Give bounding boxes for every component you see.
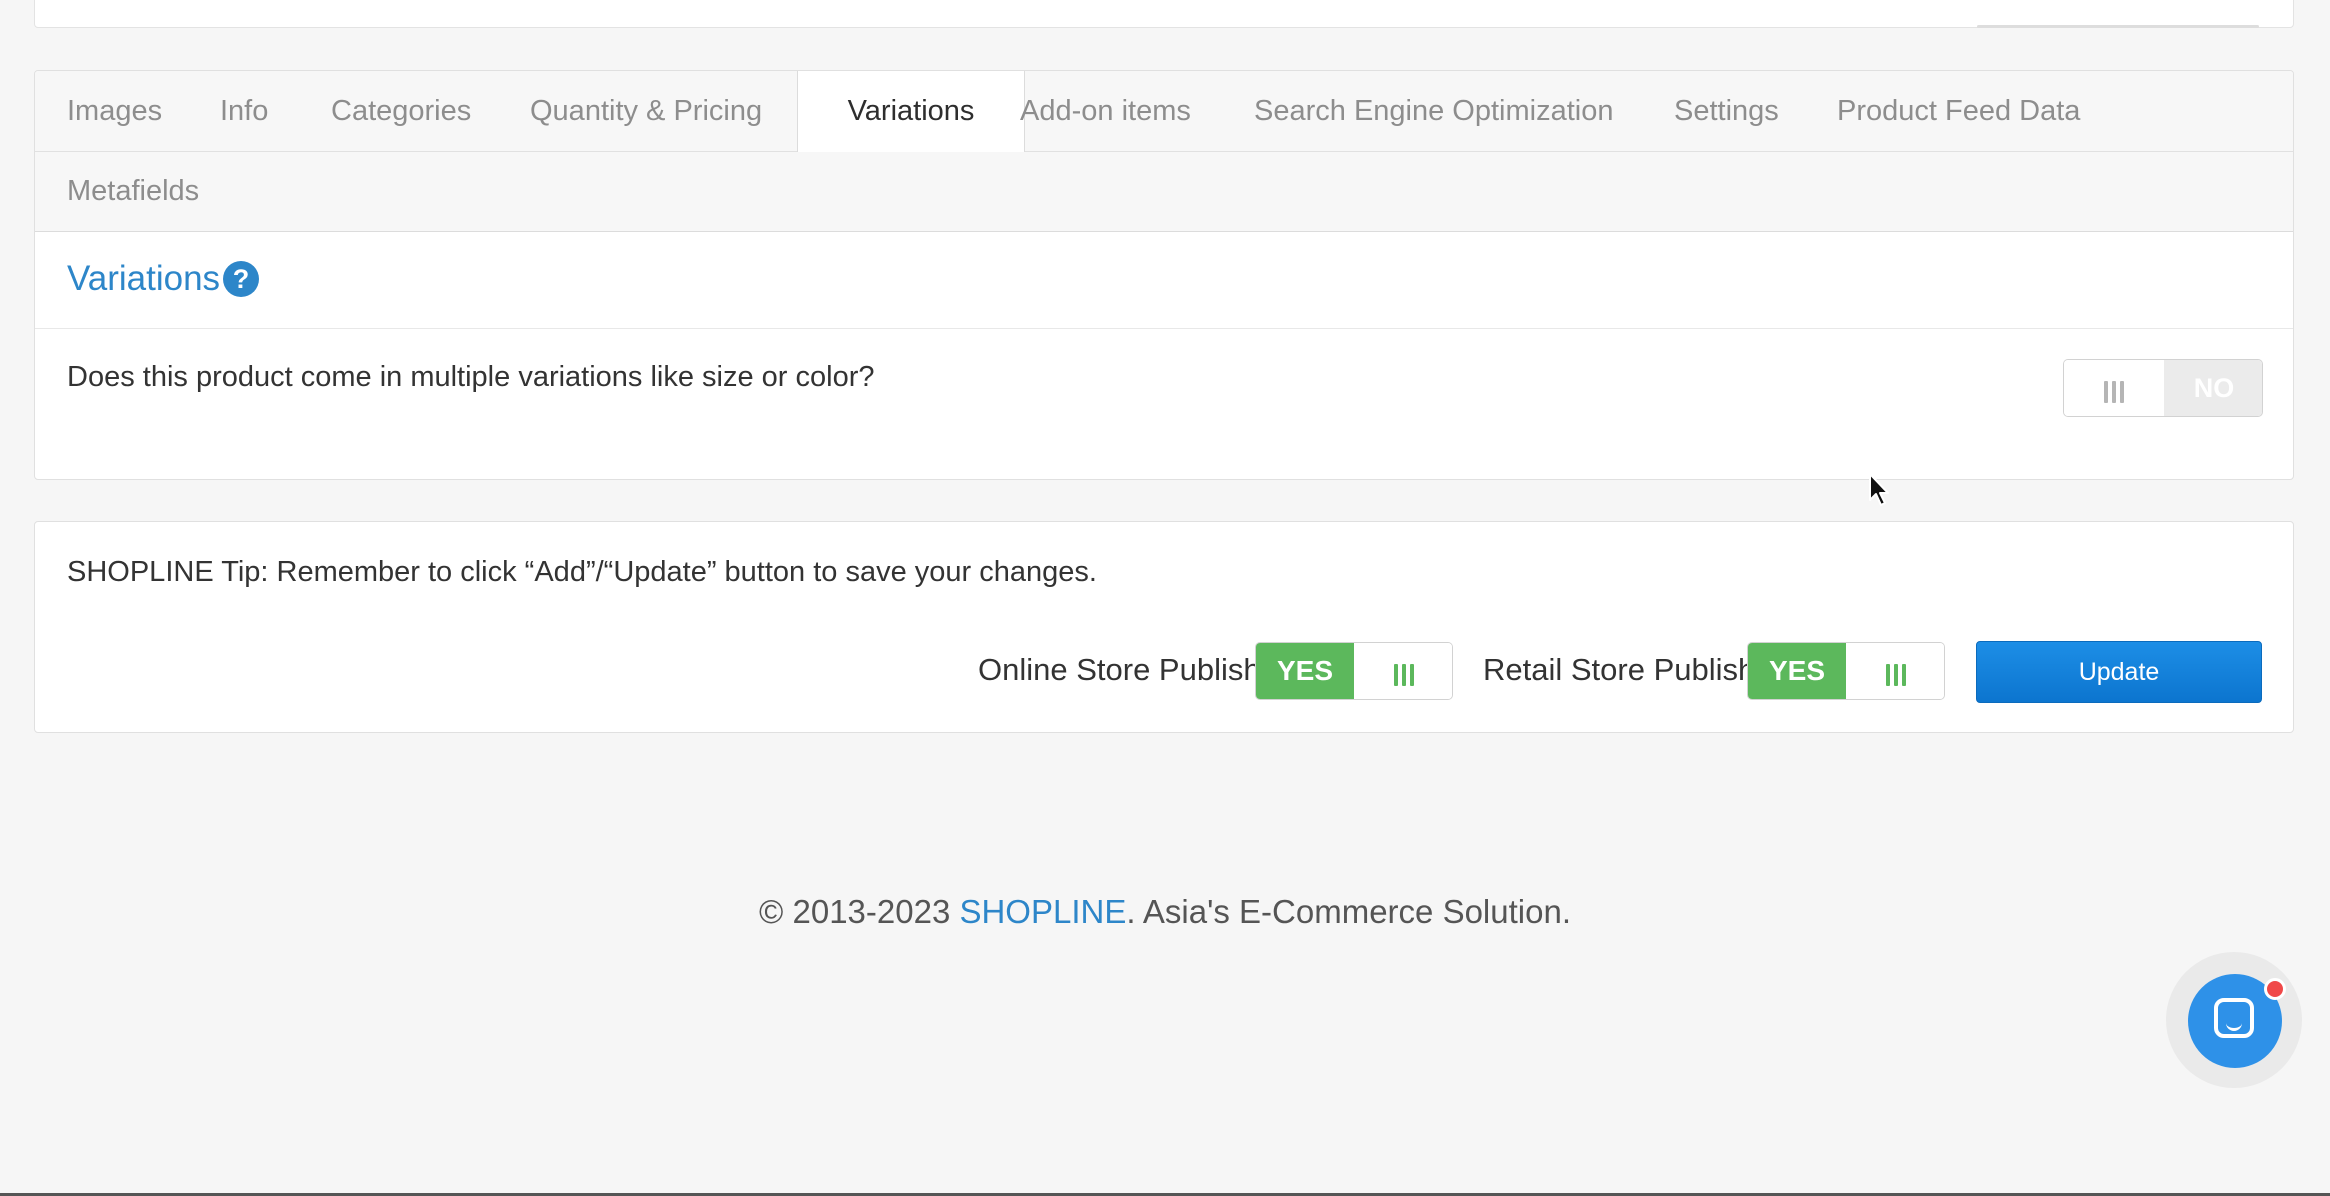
chat-icon [2214, 998, 2254, 1038]
tab-add-on-items[interactable]: Add-on items [1020, 71, 1191, 151]
grip-icon [1884, 645, 1908, 699]
mouse-cursor-icon [1869, 473, 1889, 506]
tab-settings[interactable]: Settings [1674, 71, 1779, 151]
variations-toggle[interactable]: NO [2063, 359, 2263, 417]
tip-card: SHOPLINE Tip: Remember to click “Add”/“U… [34, 521, 2294, 733]
tab-info[interactable]: Info [220, 71, 268, 151]
toggle-yes-label: YES [1748, 643, 1846, 699]
retail-store-publish-toggle[interactable]: YES [1747, 642, 1945, 700]
tab-categories[interactable]: Categories [331, 71, 471, 151]
toggle-handle[interactable] [2064, 360, 2165, 416]
toggle-yes-label: YES [1256, 643, 1354, 699]
variations-question: Does this product come in multiple varia… [67, 361, 875, 393]
notification-dot [2264, 978, 2286, 1000]
shopline-link[interactable]: SHOPLINE [959, 893, 1126, 930]
toggle-handle[interactable] [1846, 643, 1944, 699]
toggle-no-label: NO [2164, 360, 2262, 416]
product-editor-card: Images Info Categories Quantity & Pricin… [34, 70, 2294, 480]
tab-metafields[interactable]: Metafields [67, 151, 199, 231]
update-button[interactable]: Update [1976, 641, 2262, 703]
variations-title: Variations [67, 259, 221, 298]
footer-copyright: © 2013-2023 SHOPLINE. Asia's E-Commerce … [0, 893, 2330, 931]
top-card-remnant [34, 0, 2294, 28]
grip-icon [2102, 362, 2126, 416]
variations-header: Variations ? [35, 231, 2293, 329]
online-store-publish-toggle[interactable]: YES [1255, 642, 1453, 700]
toggle-handle[interactable] [1354, 643, 1452, 699]
tab-variations[interactable]: Variations [797, 71, 1025, 152]
shopline-tip: SHOPLINE Tip: Remember to click “Add”/“U… [67, 556, 1097, 588]
footer-prefix: © 2013-2023 [759, 893, 960, 930]
tab-seo[interactable]: Search Engine Optimization [1254, 71, 1613, 151]
tab-row-1: Images Info Categories Quantity & Pricin… [35, 71, 2293, 152]
grip-icon [1392, 645, 1416, 699]
help-icon[interactable]: ? [223, 261, 259, 297]
tab-quantity-pricing[interactable]: Quantity & Pricing [530, 71, 762, 151]
tab-bar: Images Info Categories Quantity & Pricin… [35, 71, 2293, 232]
footer-suffix: . Asia's E-Commerce Solution. [1126, 893, 1571, 930]
tab-product-feed-data[interactable]: Product Feed Data [1837, 71, 2080, 151]
top-card-control-edge [1977, 25, 2259, 28]
tab-row-2: Metafields [35, 151, 2293, 231]
online-store-publish-label: Online Store Publish [978, 652, 1261, 687]
retail-store-publish-label: Retail Store Publish [1483, 652, 1756, 687]
tab-images[interactable]: Images [67, 71, 162, 151]
